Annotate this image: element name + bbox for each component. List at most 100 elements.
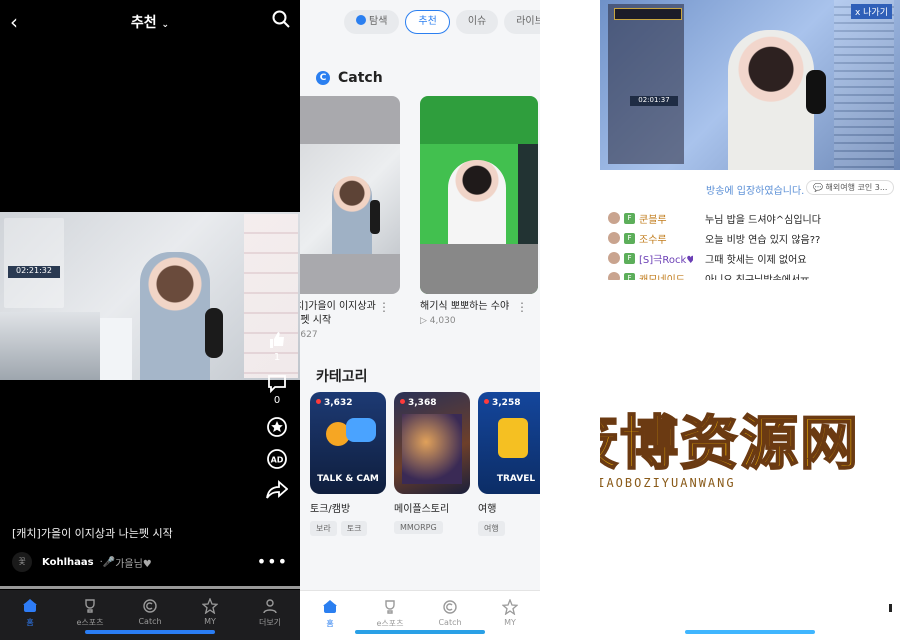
- catch-thumbnail[interactable]: [420, 96, 538, 294]
- svg-text:AD: AD: [271, 456, 284, 465]
- stream-overlay: 02:01:37: [608, 4, 684, 164]
- category-tag[interactable]: MMORPG: [394, 521, 443, 534]
- catch-thumbnail[interactable]: [300, 96, 400, 294]
- live-video[interactable]: 02:01:37 x 나가기: [600, 0, 900, 170]
- coin-notice-text: 해외여행 코인 3...: [825, 183, 888, 192]
- inset-video: [0, 312, 100, 380]
- thumb-up-icon: [270, 332, 284, 348]
- category-card[interactable]: 3,632 TALK & CAM 토크/캠방 보라 토크: [310, 392, 386, 536]
- nav-more[interactable]: 더보기: [240, 590, 300, 640]
- nav-label: MY: [204, 617, 216, 626]
- category-tag[interactable]: 보라: [310, 521, 337, 536]
- chat-nickname[interactable]: [S]극Rock♥: [639, 251, 693, 266]
- like-button[interactable]: 1: [262, 330, 292, 363]
- video-caption[interactable]: [캐치]가을이 이지상과 나는펫 시작: [12, 525, 173, 541]
- compass-icon: [356, 15, 366, 25]
- chip-recommend[interactable]: 추천: [405, 10, 450, 34]
- chat-list[interactable]: F 쿤블루 누님 밥을 드셔야^심입니다 F 조수루 오늘 비방 연습 있지 않음?? …: [608, 208, 892, 280]
- stream-hud-bar: [614, 8, 682, 20]
- microphone: [806, 70, 826, 114]
- top-chips: 탐색 추천 이슈 라이브: [344, 10, 540, 34]
- chat-message[interactable]: F 쿤블루 누님 밥을 드셔야^심입니다: [608, 208, 892, 228]
- shorts-player-screen: ‹ 추천 ⌄ 02:21:32 1 0 AD [캐치]가을이 이지상과 나는펫 …: [0, 0, 300, 640]
- video-progress-bar[interactable]: [0, 586, 300, 589]
- chip-label: 라이브: [516, 16, 540, 27]
- search-icon[interactable]: [272, 10, 290, 32]
- category-name[interactable]: 메이플스토리: [394, 500, 470, 515]
- star-icon: [202, 598, 218, 614]
- catch-card[interactable]: [캐치]가을이 이지상과 나는펫 시작 ▷ 2,627 ⋮: [300, 96, 400, 340]
- avatar: [608, 272, 620, 280]
- category-caption: TRAVEL: [496, 474, 536, 484]
- nav-label: 더보기: [258, 618, 282, 627]
- catch-card-title[interactable]: [캐치]가을이 이지상과 나는펫 시작: [300, 300, 382, 328]
- system-notice: 방송에 입장하였습니다. 💬 해외여행 코인 3...: [600, 178, 900, 198]
- nav-home[interactable]: 홈: [0, 590, 60, 640]
- category-thumbnail[interactable]: 3,632 TALK & CAM: [310, 392, 386, 494]
- action-rail: 1 0 AD: [262, 330, 292, 510]
- nav-home[interactable]: 홈: [300, 591, 360, 640]
- category-name[interactable]: 여행: [478, 500, 540, 515]
- chat-message[interactable]: F 캐모네이드 아니요 친구님방송에서ㅠ: [608, 268, 892, 280]
- chat-nickname[interactable]: 조수루: [639, 231, 693, 246]
- category-caption: TALK & CAM: [317, 474, 379, 484]
- chip-label: 탐색: [369, 16, 388, 27]
- top-bar: ‹ 추천 ⌄: [0, 0, 300, 44]
- category-name[interactable]: 토크/캠방: [310, 500, 386, 515]
- chip-explore[interactable]: 탐색: [344, 10, 400, 34]
- view-count: 2,627: [300, 330, 318, 340]
- catch-logo-icon: C: [316, 71, 330, 85]
- more-vertical-icon[interactable]: ⋮: [378, 300, 390, 314]
- catch-carousel[interactable]: [캐치]가을이 이지상과 나는펫 시작 ▷ 2,627 ⋮ 해기식 뽀뽀하는 수…: [300, 96, 540, 340]
- nav-label: e스포츠: [376, 619, 404, 628]
- feed-title[interactable]: 추천 ⌄: [0, 12, 300, 32]
- stream-clock: 02:01:37: [630, 96, 678, 106]
- home-icon: [23, 599, 37, 612]
- stream-overlay: 02:21:32: [4, 218, 64, 308]
- blurred-strip: [420, 244, 538, 294]
- catch-icon: [443, 600, 457, 614]
- more-vertical-icon[interactable]: ⋮: [516, 300, 528, 314]
- chat-message[interactable]: F 조수루 오늘 비방 연습 있지 않음??: [608, 228, 892, 248]
- category-card[interactable]: 3,258 TRAVEL 여행 여행: [478, 392, 540, 536]
- streamer-figure: [332, 176, 372, 254]
- favorite-button[interactable]: [262, 416, 292, 438]
- exit-button[interactable]: x 나가기: [850, 4, 892, 19]
- ad-button[interactable]: AD: [262, 448, 292, 470]
- chat-message[interactable]: F [S]극Rock♥ 그때 핫세는 이제 없어요: [608, 248, 892, 268]
- catch-card[interactable]: 해기식 뽀뽀하는 수야 ▷ 4,030 ⋮: [420, 96, 538, 326]
- live-count-badge: 3,368: [400, 398, 436, 408]
- category-thumbnail[interactable]: 3,258 TRAVEL: [478, 392, 540, 494]
- chat-nickname[interactable]: 쿤블루: [639, 211, 693, 226]
- feed-title-label: 추천: [130, 15, 157, 31]
- chevron-down-icon: ⌄: [161, 20, 170, 30]
- video-frame[interactable]: 02:21:32: [0, 212, 300, 380]
- more-options-icon[interactable]: •••: [257, 552, 288, 571]
- chip-live[interactable]: 라이브: [504, 10, 540, 34]
- chat-bubble-icon: [346, 418, 376, 442]
- coin-notice[interactable]: 💬 해외여행 코인 3...: [806, 180, 895, 195]
- comment-button[interactable]: 0: [262, 373, 292, 406]
- channel-name[interactable]: Kohlhaas: [42, 557, 94, 568]
- category-tag[interactable]: 토크: [340, 521, 368, 536]
- avatar[interactable]: 꽃: [12, 552, 32, 572]
- category-tags: 보라 토크: [310, 521, 386, 536]
- stream-clock: 02:21:32: [8, 266, 60, 278]
- catch-card-title[interactable]: 해기식 뽀뽀하는 수야: [420, 300, 520, 314]
- channel-subtitle: 가을님♥: [115, 558, 152, 570]
- nav-my[interactable]: MY: [480, 591, 540, 640]
- chat-text: 누님 밥을 드셔야^심입니다: [705, 214, 821, 226]
- game-art: [402, 414, 462, 484]
- catch-card-views: ▷ 4,030: [420, 316, 456, 326]
- channel-row[interactable]: 꽃 Kohlhaas ·🎤 가을님♥: [12, 552, 152, 572]
- category-tag[interactable]: 여행: [478, 521, 505, 536]
- chip-issue[interactable]: 이슈: [455, 10, 499, 34]
- chat-overlay: [518, 144, 538, 244]
- trophy-icon: [85, 599, 95, 613]
- category-thumbnail[interactable]: 3,368: [394, 392, 470, 494]
- category-card[interactable]: 3,368 메이플스토리 MMORPG: [394, 392, 470, 534]
- chip-label: 추천: [418, 16, 437, 27]
- catch-section-title[interactable]: C Catch: [316, 70, 383, 86]
- share-button[interactable]: [262, 480, 292, 500]
- chat-nickname[interactable]: 캐모네이드: [639, 271, 693, 281]
